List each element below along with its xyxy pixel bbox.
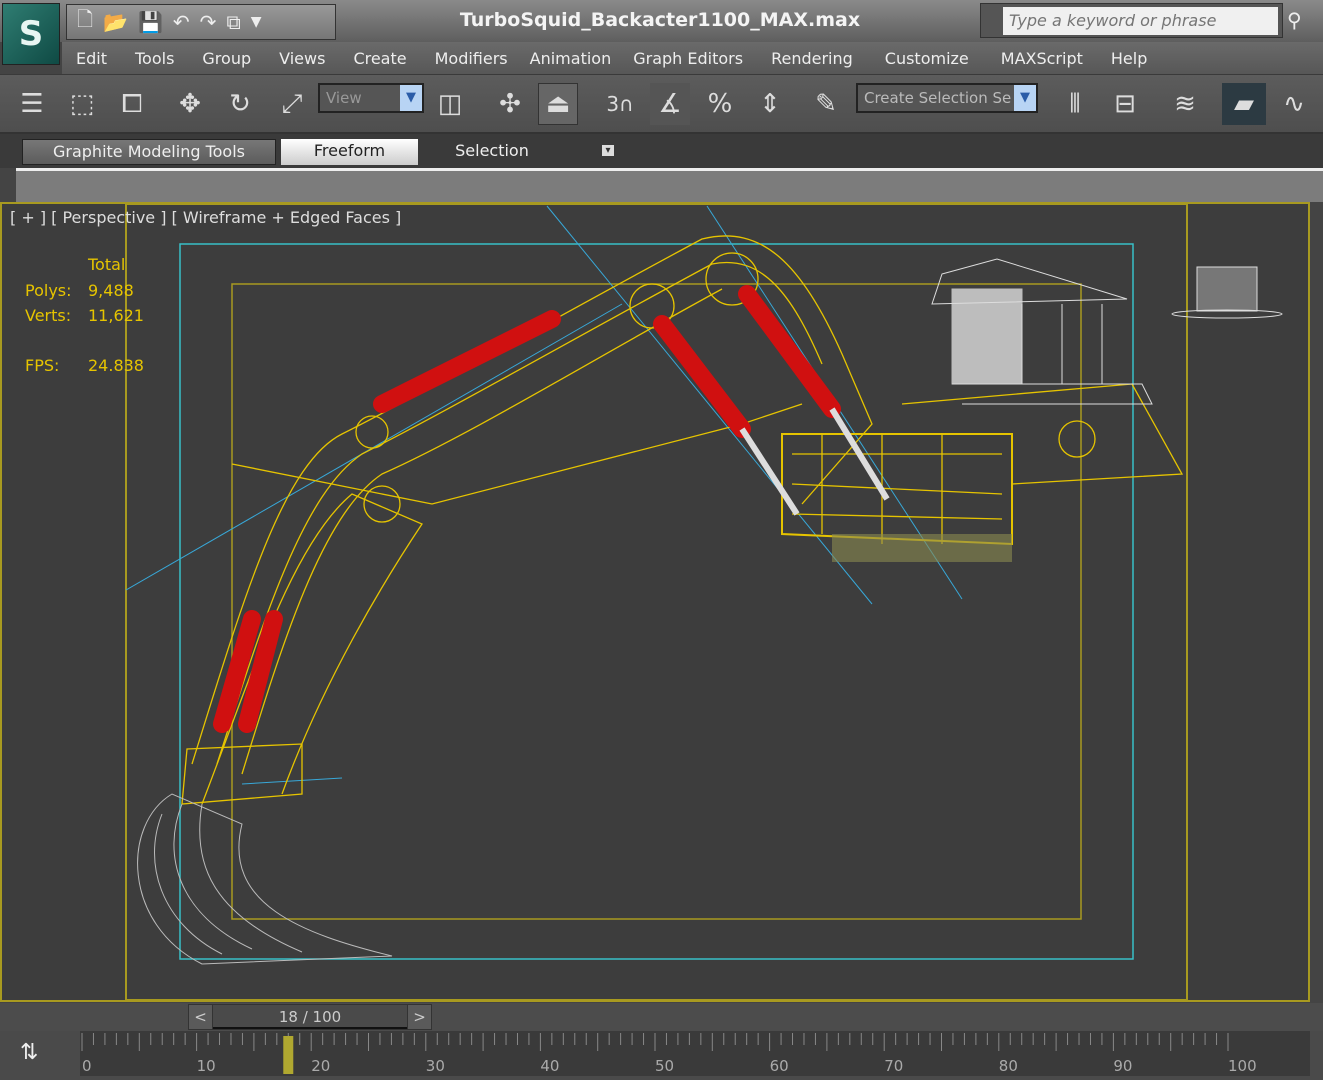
timeline-tick-label: 60 [770, 1057, 789, 1075]
chevron-down-icon: ▼ [1014, 85, 1036, 111]
undo-icon[interactable]: ↶ [173, 10, 190, 34]
mirror-icon[interactable]: ⫴ [1055, 83, 1095, 125]
select-rotate-icon[interactable]: ↻ [220, 83, 260, 125]
menu-graph-editors[interactable]: Graph Editors [619, 49, 757, 68]
menu-tools[interactable]: Tools [121, 49, 188, 68]
keyboard-shortcut-override-icon[interactable]: ⏏ [538, 83, 578, 125]
new-file-icon[interactable]: 🗋 [77, 5, 93, 39]
window-crossing-icon[interactable]: ⧠ [112, 83, 152, 125]
timeline-tick-label: 100 [1228, 1057, 1257, 1075]
time-slider[interactable]: < 18 / 100 > [188, 1004, 432, 1030]
search-input[interactable] [1003, 6, 1278, 35]
select-move-icon[interactable]: ✥ [170, 83, 210, 125]
menu-views[interactable]: Views [265, 49, 339, 68]
percent-snap-icon[interactable]: % [700, 83, 740, 125]
menu-create[interactable]: Create [339, 49, 420, 68]
mini-curve-editor-icon[interactable]: ⇅ [20, 1040, 38, 1065]
verts-label: Verts: [25, 306, 72, 325]
tab-selection[interactable]: Selection [425, 139, 559, 165]
polys-label: Polys: [25, 281, 72, 300]
menu-edit[interactable]: Edit [62, 49, 121, 68]
timeline-ruler[interactable]: 0 10 20 30 40 50 60 70 80 90 100 [80, 1031, 1310, 1076]
app-menu-button[interactable]: S [2, 3, 60, 65]
menu-bar: Edit Tools Group Views Create Modifiers … [62, 42, 1323, 74]
menu-modifiers[interactable]: Modifiers [421, 49, 522, 68]
binoculars-search-icon[interactable]: ⚲ [1287, 8, 1302, 32]
bucket-wireframe [137, 793, 393, 965]
chevron-down-icon: ▾ [602, 145, 614, 156]
next-frame-button[interactable]: > [407, 1005, 431, 1029]
cab-wireframe [931, 258, 1283, 405]
project-folder-icon[interactable]: ⧉ [226, 10, 240, 34]
menu-help[interactable]: Help [1097, 49, 1161, 68]
timeline-tick-label: 30 [426, 1057, 445, 1075]
select-object-icon[interactable]: ☰ [12, 83, 52, 125]
timeline-tick-label: 70 [884, 1057, 903, 1075]
spinner-snap-icon[interactable]: ⇕ [750, 83, 790, 125]
align-icon[interactable]: ⊟ [1105, 83, 1145, 125]
save-icon[interactable]: 💾 [138, 10, 163, 34]
menu-animation[interactable]: Animation [522, 49, 620, 68]
excavator-wireframe [181, 235, 1184, 805]
select-manipulate-icon[interactable]: ✣ [490, 83, 530, 125]
pivot-center-icon[interactable]: ◫ [430, 83, 470, 125]
track-shading [832, 534, 1012, 562]
tab-freeform[interactable]: Freeform [281, 139, 418, 165]
ribbon-options-button[interactable]: ▾ [598, 139, 618, 165]
verts-value: 11,621 [88, 306, 144, 325]
select-scale-icon[interactable]: ⤢ [272, 83, 312, 125]
curve-editor-icon[interactable]: ∿ [1274, 83, 1314, 125]
timeline-tick-label: 90 [1113, 1057, 1132, 1075]
app-logo-icon: S [18, 14, 44, 54]
main-toolbar: ☰ ⬚ ⧠ ✥ ↻ ⤢ View ▼ ◫ ✣ ⏏ 3 ∩ ∡ % ⇕ ✎ Creat… [0, 74, 1323, 134]
viewport-canvas [125, 204, 1283, 1000]
layer-manager-icon[interactable]: ≋ [1165, 83, 1205, 125]
customize-qat-chevron-icon[interactable]: ▼ [251, 14, 262, 30]
timeline-tick-label: 50 [655, 1057, 674, 1075]
fps-label: FPS: [25, 356, 60, 375]
window-title: TurboSquid_Backacter1100_MAX.max [459, 9, 861, 31]
menu-rendering[interactable]: Rendering [757, 49, 867, 68]
viewport-label-menu[interactable]: [ + ] [ Perspective ] [ Wireframe + Edge… [10, 208, 401, 227]
perspective-viewport[interactable] [0, 202, 1310, 1002]
open-file-icon[interactable]: 📂 [103, 10, 128, 34]
reference-coordinate-dropdown[interactable]: View ▼ [318, 83, 424, 113]
snaps-toggle-icon[interactable]: 3 ∩ [600, 83, 640, 125]
chevron-down-icon: ▼ [400, 85, 422, 111]
current-frame-marker[interactable] [283, 1036, 294, 1074]
menu-maxscript[interactable]: MAXScript [987, 49, 1097, 68]
stats-header: Total [88, 255, 126, 274]
menu-group[interactable]: Group [188, 49, 265, 68]
named-selection-set-dropdown[interactable]: Create Selection Se ▼ [856, 83, 1038, 113]
ribbon-panel [16, 168, 1323, 202]
fps-value: 24.838 [88, 356, 144, 375]
timeline-tick-label: 20 [311, 1057, 330, 1075]
redo-icon[interactable]: ↷ [200, 10, 217, 34]
menu-customize[interactable]: Customize [867, 49, 987, 68]
scene-explorer-icon[interactable]: ▰ [1222, 83, 1266, 125]
angle-snap-icon[interactable]: ∡ [650, 83, 690, 125]
edit-named-selection-icon[interactable]: ✎ [806, 83, 846, 125]
ribbon-tabs: Graphite Modeling Tools Freeform Selecti… [0, 134, 1323, 168]
region-select-icon[interactable]: ⬚ [62, 83, 102, 125]
timeline-tick-label: 40 [540, 1057, 559, 1075]
timeline-tick-label: 80 [999, 1057, 1018, 1075]
timeline-tick-label: 10 [197, 1057, 216, 1075]
tab-graphite-modeling-tools[interactable]: Graphite Modeling Tools [22, 139, 276, 165]
prev-frame-button[interactable]: < [189, 1005, 213, 1029]
quick-access-toolbar: 🗋 📂 💾 ↶ ↷ ⧉ ▼ [66, 4, 336, 40]
infocenter-search [980, 3, 1283, 38]
viewcube[interactable] [1196, 266, 1258, 312]
cylinder-rods [739, 407, 890, 516]
frame-display[interactable]: 18 / 100 [213, 1005, 407, 1029]
polys-value: 9,488 [88, 281, 134, 300]
timeline-tick-label: 0 [82, 1057, 92, 1075]
